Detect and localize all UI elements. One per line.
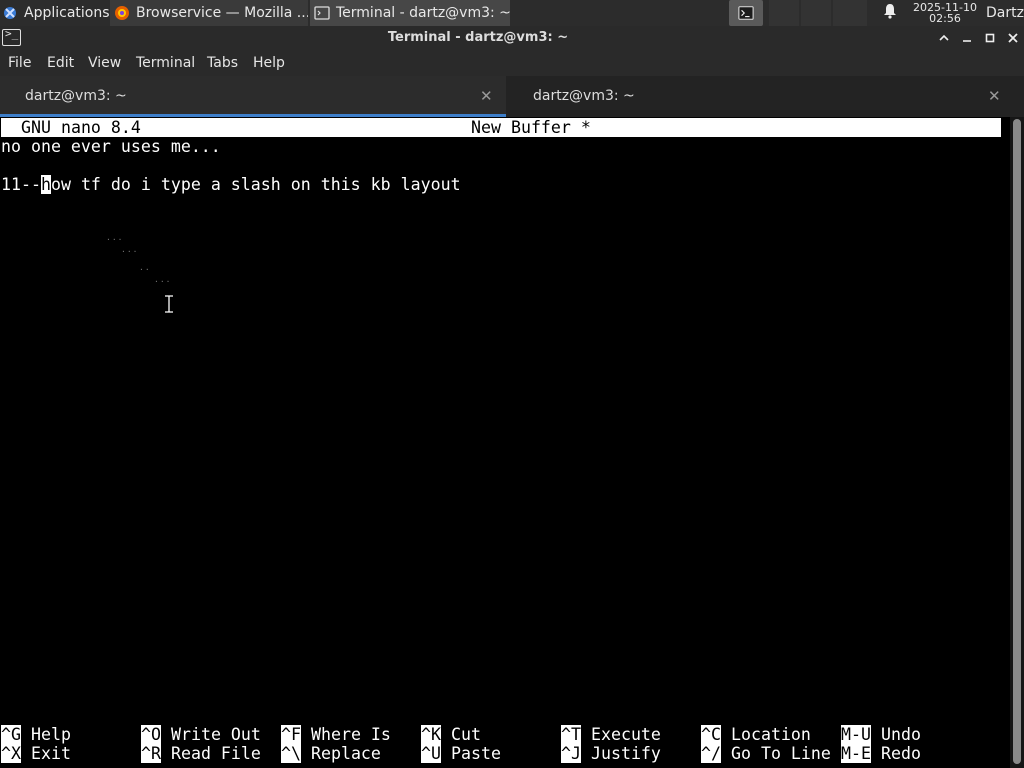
workspace-2-button[interactable] [769,0,799,26]
minimize-icon[interactable] [957,28,977,48]
text-cursor: h [40,175,51,194]
shortcut-label: Justify [590,744,661,763]
nano-title-bar: GNU nano 8.4 New Buffer * [1,118,1001,137]
clock-time: 02:56 [929,12,961,25]
clock[interactable]: 2025-11-10 02:56 [908,0,982,26]
xfce-mouse-icon [2,5,18,21]
tab-2[interactable]: dartz@vm3: ~ ✕ [506,76,1024,117]
shortcut-go-to-line[interactable]: ^/ Go To Line [701,744,831,763]
shortcut-location[interactable]: ^C Location [701,725,811,744]
tab-label: dartz@vm3: ~ [25,88,127,104]
nano-buffer-name: New Buffer * [471,118,591,137]
notifications-button[interactable] [880,0,900,26]
shortcut-exit[interactable]: ^X Exit [1,744,71,763]
shortcut-label: Help [30,725,71,744]
terminal-icon [314,5,330,21]
text-cursor-icon [163,294,175,314]
shortcut-key: ^/ [701,744,721,763]
shortcut-key: ^F [281,725,301,744]
shortcut-key: ^U [421,744,441,763]
terminal-task-label: Terminal - dartz@vm3: ~ [336,5,510,21]
shortcut-label: Write Out [170,725,261,744]
tab-1[interactable]: dartz@vm3: ~ ✕ [0,76,506,117]
shortcut-justify[interactable]: ^J Justify [561,744,661,763]
workspace-4-button[interactable] [833,0,867,26]
window-titlebar[interactable]: >_ Terminal - dartz@vm3: ~ [0,26,1024,50]
workspace-1-button[interactable] [729,0,763,26]
shortcut-label: Replace [310,744,381,763]
maximize-icon[interactable] [980,28,1000,48]
shortcut-label: Execute [590,725,661,744]
shortcut-label: Location [730,725,811,744]
shortcut-key: ^C [701,725,721,744]
shortcut-label: Exit [30,744,71,763]
shortcut-undo[interactable]: M-U Undo [841,725,921,744]
line-rest: ow tf do i type a slash on this kb layou… [50,175,461,194]
artifact-dots: ··· [154,277,172,286]
menu-edit[interactable]: Edit [47,55,74,71]
menu-tabs[interactable]: Tabs [207,55,238,71]
tab-label: dartz@vm3: ~ [533,88,635,104]
shortcut-where-is[interactable]: ^F Where Is [281,725,391,744]
menu-file[interactable]: File [8,55,31,71]
shortcut-paste[interactable]: ^U Paste [421,744,501,763]
user-menu-button[interactable]: Dartz [986,0,1024,26]
taskbar-item-browser[interactable]: Browservice — Mozilla ... [110,0,308,26]
menu-help[interactable]: Help [253,55,285,71]
taskbar-item-terminal[interactable]: Terminal - dartz@vm3: ~ [310,0,510,26]
terminal-area[interactable]: GNU nano 8.4 New Buffer * no one ever us… [0,117,1010,768]
chevron-up-icon[interactable] [934,28,954,48]
terminal-icon [738,5,754,21]
close-icon[interactable]: ✕ [988,87,1001,105]
shortcut-key: ^X [1,744,21,763]
shortcut-key: ^K [421,725,441,744]
shortcut-redo[interactable]: M-E Redo [841,744,921,763]
line-prefix: 11-- [1,175,41,194]
shortcut-key: ^R [141,744,161,763]
shortcut-execute[interactable]: ^T Execute [561,725,661,744]
user-label: Dartz [986,5,1024,21]
applications-menu-button[interactable]: Applications ⋮ [0,0,110,26]
menu-bar: File Edit View Terminal Tabs Help [0,50,1024,76]
workspace-3-button[interactable] [801,0,831,26]
terminal-scrollbar[interactable] [1010,117,1024,768]
menu-view[interactable]: View [88,55,121,71]
shortcut-label: Undo [880,725,921,744]
window-title: Terminal - dartz@vm3: ~ [387,30,569,45]
shortcut-read-file[interactable]: ^R Read File [141,744,261,763]
menu-terminal[interactable]: Terminal [136,55,195,71]
tab-bar: dartz@vm3: ~ ✕ dartz@vm3: ~ ✕ [0,76,1024,117]
shortcut-write-out[interactable]: ^O Write Out [141,725,261,744]
shortcut-key: M-E [841,744,871,763]
close-icon[interactable] [1003,28,1023,48]
shortcut-label: Cut [450,725,481,744]
applications-label: Applications [24,5,110,21]
shortcut-key: ^J [561,744,581,763]
scrollbar-thumb[interactable] [1013,119,1021,764]
shortcut-label: Paste [450,744,501,763]
shortcut-label: Go To Line [730,744,831,763]
shortcut-label: Read File [170,744,261,763]
shortcut-label: Redo [880,744,921,763]
artifact-dots: ·· [139,265,151,274]
shortcut-help[interactable]: ^G Help [1,725,71,744]
browser-task-label: Browservice — Mozilla ... [136,5,308,21]
shortcut-cut[interactable]: ^K Cut [421,725,481,744]
text-line-1: no one ever uses me... [1,137,221,156]
firefox-icon [114,5,130,21]
artifact-dots: ··· [121,247,139,256]
shortcut-key: ^T [561,725,581,744]
shortcut-replace[interactable]: ^\ Replace [281,744,381,763]
top-panel: Applications ⋮ Browservice — Mozilla ...… [0,0,1024,26]
nano-version: GNU nano 8.4 [21,118,141,137]
shortcut-label: Where Is [310,725,391,744]
close-icon[interactable]: ✕ [480,87,493,105]
shortcut-key: ^O [141,725,161,744]
bell-icon [883,3,897,23]
shortcut-key: M-U [841,725,871,744]
shortcut-key: ^G [1,725,21,744]
artifact-dots: ··· [106,235,124,244]
shortcut-key: ^\ [281,744,301,763]
text-line-3: 11--how tf do i type a slash on this kb … [1,175,461,194]
